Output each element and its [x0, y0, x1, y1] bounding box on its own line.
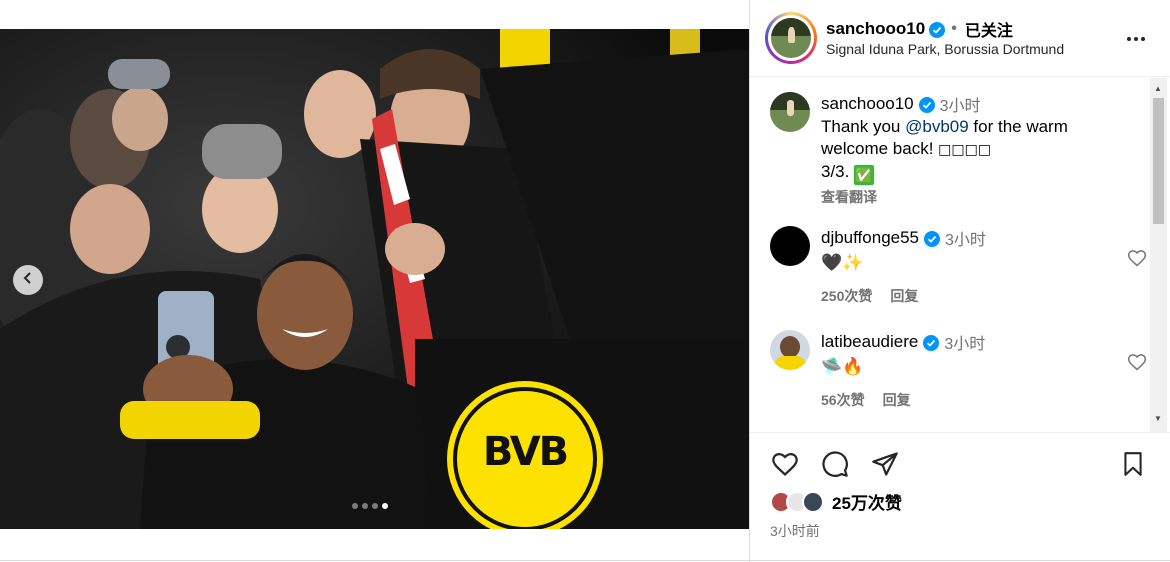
- comment-item: djbuffonge55 3小时 🖤✨ 250次赞 回复: [770, 226, 1150, 306]
- comment-likes[interactable]: 56次赞: [821, 390, 865, 410]
- caption-text-part: Thank you: [821, 117, 906, 136]
- scroll-up-arrow-icon[interactable]: ▲: [1154, 84, 1162, 93]
- divider: [0, 560, 1170, 561]
- see-translation-link[interactable]: 查看翻译: [821, 187, 1121, 207]
- follow-button[interactable]: 已关注: [965, 17, 1013, 41]
- post-timestamp[interactable]: 3小时前: [770, 521, 820, 541]
- emoji-placeholder: □□□□: [938, 142, 992, 158]
- comment-time: 3小时: [945, 232, 986, 249]
- comment-item: latibeaudiere 3小时 🛸🔥 56次赞 回复: [770, 330, 1150, 410]
- post-photo[interactable]: BVB: [0, 29, 749, 529]
- separator-dot: •: [951, 20, 957, 37]
- share-button[interactable]: [870, 451, 900, 481]
- likes-summary[interactable]: 25万次赞: [770, 489, 902, 514]
- commenter-avatar[interactable]: [770, 330, 810, 370]
- comment-text: 🖤✨: [821, 253, 864, 272]
- commenter-avatar[interactable]: [770, 226, 810, 266]
- verified-icon: [929, 19, 946, 39]
- carousel-dot: [352, 503, 358, 509]
- carousel-dot: [362, 503, 368, 509]
- like-comment-button[interactable]: [1127, 352, 1149, 374]
- like-button[interactable]: [770, 451, 800, 481]
- post-header: sanchooo10 • 已关注 Signal Iduna Park, Boru…: [750, 0, 1170, 77]
- author-username[interactable]: sanchooo10: [826, 19, 925, 39]
- carousel-indicator: [352, 503, 388, 509]
- verified-icon: [918, 94, 935, 114]
- verified-icon: [923, 332, 940, 352]
- comment-text: 🛸🔥: [821, 357, 864, 376]
- comment-time: 3小时: [944, 336, 986, 353]
- mention-link[interactable]: @bvb09: [905, 117, 969, 136]
- bvb-logo-text: BVB: [482, 429, 569, 475]
- heart-icon: [1127, 250, 1147, 272]
- scroll-down-arrow-icon[interactable]: ▼: [1154, 414, 1162, 423]
- post-media: BVB: [0, 0, 749, 562]
- caption-avatar[interactable]: [770, 92, 810, 132]
- comment-username[interactable]: djbuffonge55: [821, 228, 919, 248]
- check-emoji: ✅: [854, 165, 875, 185]
- carousel-dot-active: [382, 503, 388, 509]
- reply-button[interactable]: 回复: [890, 286, 918, 306]
- reply-button[interactable]: 回复: [883, 390, 911, 410]
- caption-line-2: 3/3. ✅: [821, 161, 1121, 185]
- heart-icon: [771, 450, 799, 483]
- verified-icon: [924, 228, 941, 248]
- comment-username[interactable]: latibeaudiere: [821, 332, 918, 352]
- comments-list: sanchooo10 3小时 Thank you @bvb09 for the …: [750, 78, 1170, 432]
- caption: sanchooo10 3小时 Thank you @bvb09 for the …: [770, 92, 1150, 205]
- caption-text: Thank you @bvb09 for the warm welcome ba…: [821, 116, 1106, 161]
- carousel-dot: [372, 503, 378, 509]
- comment-button[interactable]: [820, 450, 850, 483]
- liker-avatar: [802, 490, 824, 513]
- comment-likes[interactable]: 250次赞: [821, 286, 872, 306]
- caption-text-part: 3/3.: [821, 162, 855, 181]
- likes-count[interactable]: 25万次赞: [832, 489, 902, 514]
- share-icon: [871, 450, 899, 483]
- more-icon: [1126, 29, 1146, 47]
- author-avatar[interactable]: [765, 12, 817, 64]
- scroll-thumb[interactable]: [1153, 98, 1164, 224]
- heart-icon: [1127, 354, 1147, 376]
- post-detail-panel: sanchooo10 • 已关注 Signal Iduna Park, Boru…: [749, 0, 1170, 562]
- comment-icon: [821, 450, 849, 483]
- post-location[interactable]: Signal Iduna Park, Borussia Dortmund: [826, 41, 1064, 57]
- caption-time: 3小时: [939, 98, 981, 115]
- author-line: sanchooo10 • 已关注: [826, 17, 1013, 41]
- bookmark-icon: [1120, 450, 1146, 483]
- chevron-left-icon: [22, 271, 34, 289]
- post-actions: 25万次赞 3小时前: [750, 432, 1170, 562]
- comments-scrollbar[interactable]: ▲ ▼: [1150, 78, 1167, 432]
- photo-illustration: [0, 29, 749, 529]
- caption-username[interactable]: sanchooo10: [821, 94, 914, 114]
- more-options-button[interactable]: [1124, 26, 1148, 50]
- save-button[interactable]: [1118, 451, 1148, 481]
- carousel-previous-button[interactable]: [13, 265, 43, 295]
- like-comment-button[interactable]: [1127, 248, 1149, 270]
